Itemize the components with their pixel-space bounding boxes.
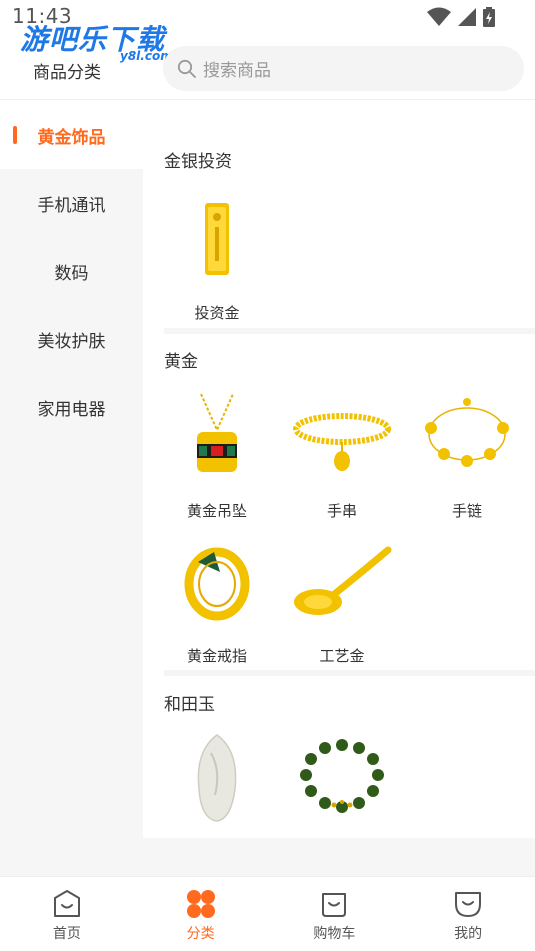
battery-icon <box>483 7 495 27</box>
active-indicator <box>13 126 17 144</box>
category-sidebar: 黄金饰品 手机通讯 数码 美妆护肤 家用电器 <box>0 101 143 838</box>
search-icon <box>177 59 196 78</box>
product-item-investment-gold[interactable]: 投资金 <box>162 191 272 323</box>
product-item-jade-bracelet[interactable] <box>287 729 397 838</box>
product-name: 黄金吊坠 <box>186 502 247 520</box>
sidebar-item-digital[interactable]: 数码 <box>0 237 143 305</box>
bead-bracelet-image <box>287 389 397 485</box>
category-icon <box>186 890 215 918</box>
tab-home[interactable]: 首页 <box>0 877 134 951</box>
search-input[interactable]: 搜索商品 <box>163 46 524 91</box>
product-item-bead-bracelet[interactable]: 手串 <box>287 389 397 521</box>
product-item-jade-pendant[interactable] <box>162 729 272 838</box>
gold-bar-image <box>162 191 272 287</box>
home-icon <box>53 890 80 917</box>
section-divider <box>164 328 535 334</box>
tab-profile[interactable]: 我的 <box>401 877 535 951</box>
pendant-image <box>162 389 272 485</box>
section-title: 和田玉 <box>164 695 215 715</box>
sidebar-item-mobile[interactable]: 手机通讯 <box>0 169 143 237</box>
section-divider <box>164 670 535 676</box>
product-item-gold-ring[interactable]: 黄金戒指 <box>162 534 272 666</box>
top-header: 商品分类 搜索商品 <box>0 36 535 100</box>
profile-icon <box>455 892 482 917</box>
tab-label: 首页 <box>52 926 81 942</box>
tab-cart[interactable]: 购物车 <box>268 877 402 951</box>
ring-image <box>162 534 272 630</box>
tab-label: 分类 <box>186 926 215 942</box>
cart-icon <box>322 893 347 917</box>
product-name: 手串 <box>326 502 357 520</box>
sidebar-item-gold-jewelry[interactable]: 黄金饰品 <box>0 101 143 169</box>
section-title: 金银投资 <box>164 152 232 172</box>
sidebar-item-label: 黄金饰品 <box>37 127 106 148</box>
gold-spoon-image <box>287 534 397 630</box>
jade-pendant-image <box>162 729 272 825</box>
tab-label: 我的 <box>454 926 483 942</box>
sidebar-item-label: 数码 <box>54 263 89 284</box>
tab-label: 购物车 <box>313 926 356 942</box>
product-item-gold-craft[interactable]: 工艺金 <box>287 534 397 666</box>
product-name: 投资金 <box>194 304 240 322</box>
product-name: 工艺金 <box>319 647 365 665</box>
tab-category[interactable]: 分类 <box>134 877 268 951</box>
sidebar-item-appliances[interactable]: 家用电器 <box>0 373 143 441</box>
bottom-tab-bar: 首页 分类 购物车 我的 <box>0 876 535 951</box>
signal-icon <box>458 8 476 26</box>
chain-bracelet-image <box>412 389 522 485</box>
sidebar-item-label: 美妆护肤 <box>37 331 106 352</box>
search-placeholder: 搜索商品 <box>203 61 271 81</box>
sidebar-item-beauty[interactable]: 美妆护肤 <box>0 305 143 373</box>
product-item-chain-bracelet[interactable]: 手链 <box>412 389 522 521</box>
jade-bracelet-image <box>287 729 397 825</box>
product-item-gold-pendant[interactable]: 黄金吊坠 <box>162 389 272 521</box>
category-content: 金银投资 投资金 黄金 黄金吊坠 手串 手链 黄金戒指 工艺金 和田玉 <box>143 101 535 838</box>
section-title: 黄金 <box>164 352 198 372</box>
sidebar-item-label: 手机通讯 <box>37 195 106 216</box>
page-title: 商品分类 <box>33 63 101 83</box>
product-name: 黄金戒指 <box>186 647 247 665</box>
wifi-icon <box>427 7 451 26</box>
bottom-spacer <box>0 838 535 876</box>
status-icons <box>427 7 495 27</box>
product-name: 手链 <box>451 502 482 520</box>
sidebar-item-label: 家用电器 <box>37 399 106 420</box>
